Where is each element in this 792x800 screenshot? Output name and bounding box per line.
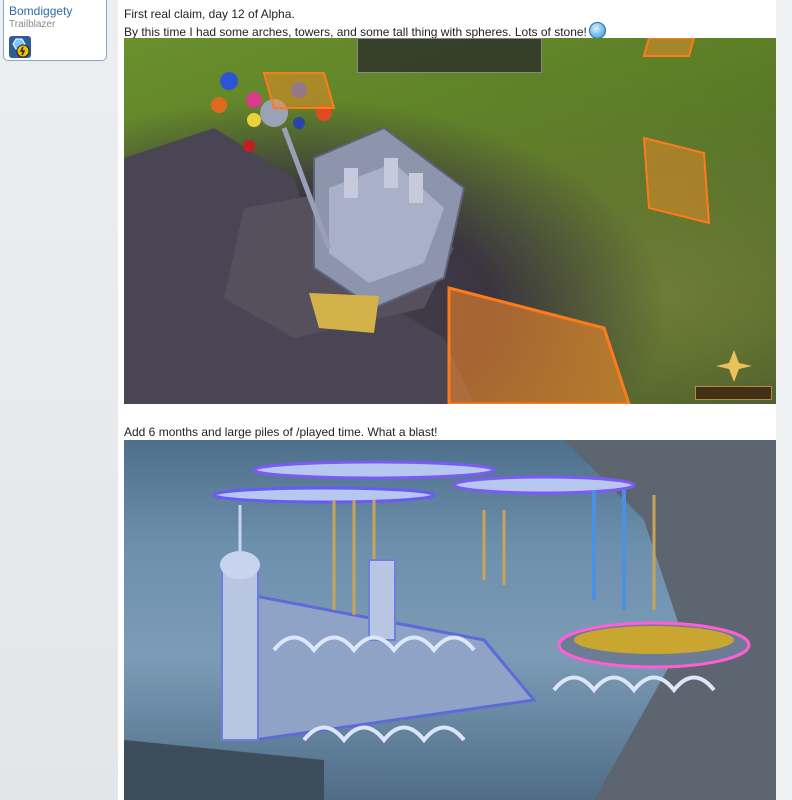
post-text-span: By this time I had some arches, towers, … (124, 25, 587, 39)
post-text-line: First real claim, day 12 of Alpha. (124, 7, 295, 21)
six-months-later-screenshot[interactable] (124, 440, 776, 800)
game-location-badge (695, 386, 772, 400)
smiley-icon (588, 22, 606, 39)
post-content: First real claim, day 12 of Alpha. By th… (118, 0, 792, 800)
first-claim-screenshot[interactable] (124, 38, 776, 404)
page-right-margin (776, 0, 792, 800)
rank-badge-icon (9, 36, 31, 58)
author-rank-title: Trailblazer (9, 19, 56, 30)
post-author-column: Bomdiggety Trailblazer (0, 0, 118, 800)
post-text-line: Add 6 months and large piles of /played … (124, 425, 438, 439)
author-name-link[interactable]: Bomdiggety (9, 4, 72, 18)
author-card: Bomdiggety Trailblazer (3, 0, 107, 61)
game-hud-panel (357, 38, 542, 73)
